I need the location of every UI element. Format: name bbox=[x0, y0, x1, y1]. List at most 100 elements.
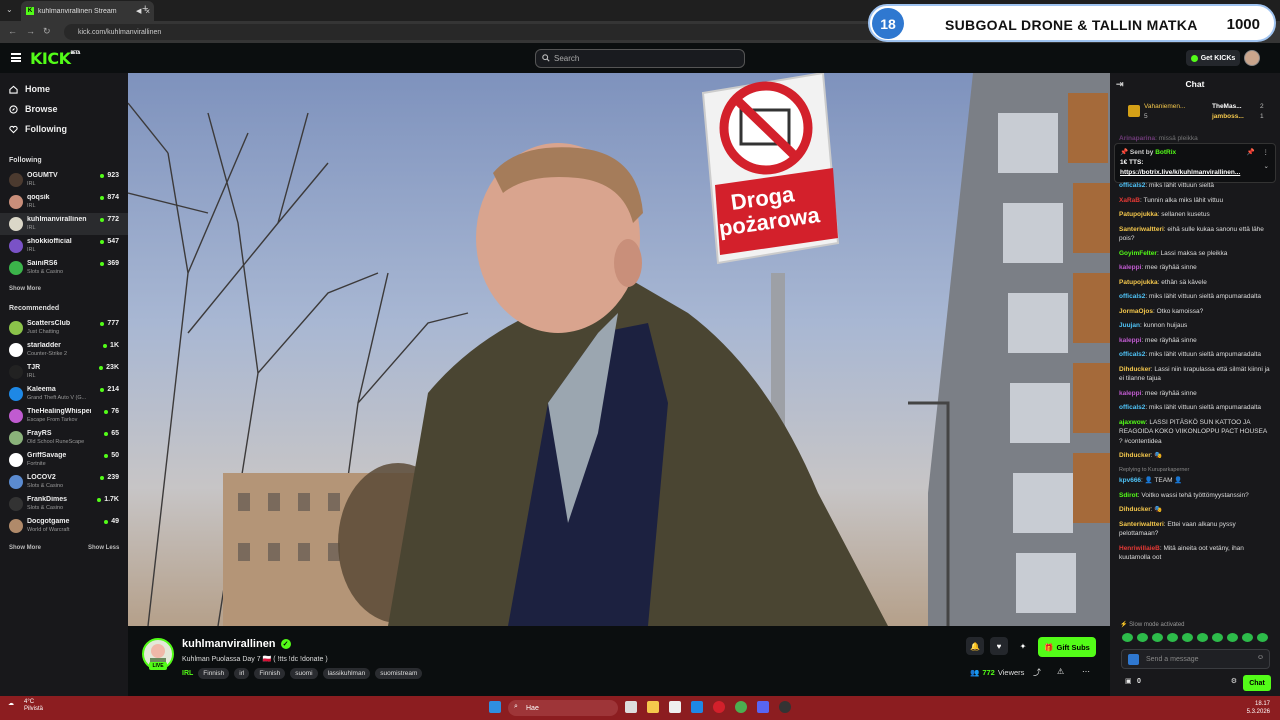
speaker-icon[interactable]: ◀ bbox=[136, 7, 141, 15]
browser-tab[interactable]: K kuhlmanvirallinen Stream ◀ × bbox=[21, 1, 154, 21]
show-more-recommended[interactable]: Show More bbox=[9, 545, 41, 551]
chat-username[interactable]: ajaxwow bbox=[1119, 419, 1146, 426]
weather-widget[interactable]: ☁ 4°C Pilvistä bbox=[8, 699, 43, 713]
obs-icon[interactable] bbox=[779, 701, 791, 713]
expand-icon[interactable]: ⌄ bbox=[1264, 162, 1269, 170]
tag[interactable]: lassikuhlman bbox=[322, 668, 371, 679]
chat-username[interactable]: Patupojukka bbox=[1119, 279, 1158, 286]
sidebar-channel[interactable]: shokkiofficial IRL 547 bbox=[0, 235, 128, 257]
chat-username[interactable]: XaRaB bbox=[1119, 197, 1140, 204]
search-input[interactable]: Search bbox=[535, 49, 745, 68]
leader-name[interactable]: TheMas... bbox=[1212, 103, 1242, 110]
sidebar-channel[interactable]: GriffSavage Fortnite 50 bbox=[0, 449, 128, 471]
chat-username[interactable]: kaleppi bbox=[1119, 390, 1141, 397]
category-link[interactable]: IRL bbox=[182, 670, 193, 677]
chat-username[interactable]: Juujan bbox=[1119, 322, 1140, 329]
file-explorer-icon[interactable] bbox=[647, 701, 659, 713]
unpin-icon[interactable]: 📌 bbox=[1247, 148, 1255, 156]
chat-username[interactable]: Dihducker bbox=[1119, 366, 1151, 373]
tag[interactable]: Finnish bbox=[198, 668, 230, 679]
channel-name[interactable]: kuhlmanvirallinen bbox=[182, 638, 276, 650]
chat-username[interactable]: kpv666 bbox=[1119, 477, 1141, 484]
chat-username[interactable]: officals2 bbox=[1119, 182, 1145, 189]
reload-icon[interactable]: ↻ bbox=[43, 26, 51, 37]
chat-username[interactable]: HenriwillaieB bbox=[1119, 545, 1160, 552]
emote-icon[interactable] bbox=[1182, 633, 1193, 642]
opera-icon[interactable] bbox=[713, 701, 725, 713]
emote-icon[interactable] bbox=[1257, 633, 1268, 642]
clip-button[interactable]: ✦ bbox=[1014, 637, 1032, 655]
mail-icon[interactable] bbox=[691, 701, 703, 713]
chrome-icon[interactable] bbox=[735, 701, 747, 713]
chat-username[interactable]: kaleppi bbox=[1119, 264, 1141, 271]
sidebar-channel[interactable]: SainiRS6 Slots & Casino 369 bbox=[0, 257, 128, 279]
nav-home[interactable]: Home bbox=[9, 84, 50, 94]
sidebar-channel[interactable]: Docgotgame World of Warcraft 49 bbox=[0, 515, 128, 537]
tag[interactable]: Finnish bbox=[254, 668, 286, 679]
chat-username[interactable]: JormaOjos bbox=[1119, 308, 1153, 315]
get-kicks-button[interactable]: Get KICKs bbox=[1186, 50, 1240, 66]
send-chat-button[interactable]: Chat bbox=[1243, 675, 1271, 691]
kick-logo[interactable]: KICKBETA bbox=[30, 49, 80, 68]
leader-name[interactable]: jamboss... bbox=[1212, 113, 1244, 120]
system-clock[interactable]: 18.17 5.3.2026 bbox=[1247, 700, 1270, 716]
sidebar-channel[interactable]: TJR IRL 23K bbox=[0, 361, 128, 383]
collapse-chat-icon[interactable]: ⇥ bbox=[1116, 79, 1124, 90]
sidebar-channel[interactable]: FrankDimes Slots & Casino 1.7K bbox=[0, 493, 128, 515]
tag[interactable]: suomi bbox=[290, 668, 318, 679]
emote-icon[interactable] bbox=[1212, 633, 1223, 642]
chat-username[interactable]: Dihducker bbox=[1119, 452, 1151, 459]
notification-bell-button[interactable]: 🔔 bbox=[966, 637, 984, 655]
sidebar-channel[interactable]: starladder Counter-Strike 2 1K bbox=[0, 339, 128, 361]
emote-icon[interactable] bbox=[1152, 633, 1163, 642]
more-options-icon[interactable]: ⋯ bbox=[1082, 667, 1090, 676]
user-avatar[interactable] bbox=[1244, 50, 1260, 66]
leader-name[interactable]: Vahaniemen... bbox=[1144, 103, 1185, 110]
tab-list-icon[interactable]: ⌄ bbox=[6, 5, 13, 14]
tag[interactable]: suomistream bbox=[375, 668, 423, 679]
chat-username[interactable]: Santeriwaltteri bbox=[1119, 521, 1164, 528]
sidebar-channel[interactable]: ScattersClub Just Chatting 777 bbox=[0, 317, 128, 339]
chat-settings-icon[interactable]: ⚙ bbox=[1231, 677, 1237, 685]
chat-username[interactable]: officals2 bbox=[1119, 293, 1145, 300]
report-icon[interactable]: ⚠ bbox=[1057, 667, 1064, 676]
pinned-link[interactable]: https://botrix.live/k/kuhlmanvirallinen.… bbox=[1120, 169, 1240, 176]
sidebar-channel[interactable]: OGUMTV IRL 923 bbox=[0, 169, 128, 191]
follow-button[interactable]: ♥ bbox=[990, 637, 1008, 655]
sidebar-channel[interactable]: LOCOV2 Slots & Casino 239 bbox=[0, 471, 128, 493]
pinned-menu-icon[interactable]: ⋮ bbox=[1263, 148, 1270, 156]
show-more-following[interactable]: Show More bbox=[9, 286, 41, 292]
chat-username[interactable]: officals2 bbox=[1119, 351, 1145, 358]
menu-icon[interactable] bbox=[11, 53, 21, 62]
chat-username[interactable]: officals2 bbox=[1119, 404, 1145, 411]
share-icon[interactable]: ⤴ bbox=[1033, 667, 1041, 678]
points-icon[interactable]: ▣ bbox=[1125, 677, 1132, 685]
chat-username[interactable]: Patupojukka bbox=[1119, 211, 1158, 218]
forward-icon[interactable]: → bbox=[26, 26, 35, 36]
sidebar-channel[interactable]: TheHealingWhisperer Escape From Tarkov 76 bbox=[0, 405, 128, 427]
chat-username[interactable]: Santeriwaltteri bbox=[1119, 226, 1164, 233]
new-tab-button[interactable]: + bbox=[142, 3, 148, 15]
emote-icon[interactable] bbox=[1167, 633, 1178, 642]
emote-icon[interactable] bbox=[1122, 633, 1133, 642]
tag[interactable]: irl bbox=[234, 668, 250, 679]
chat-username[interactable]: GoyimFelter bbox=[1119, 250, 1157, 257]
sidebar-channel[interactable]: FrayRS Old School RuneScape 65 bbox=[0, 427, 128, 449]
show-less-recommended[interactable]: Show Less bbox=[88, 545, 119, 551]
gift-subs-button[interactable]: 🎁 Gift Subs bbox=[1038, 637, 1096, 657]
sidebar-channel[interactable]: qoqsik IRL 874 bbox=[0, 191, 128, 213]
task-view-icon[interactable] bbox=[625, 701, 637, 713]
video-player[interactable]: Droga pożarowa bbox=[128, 73, 1110, 626]
chat-message-input[interactable]: Send a message ☺ bbox=[1121, 649, 1270, 669]
chat-username[interactable]: Sdirot bbox=[1119, 492, 1138, 499]
emote-icon[interactable] bbox=[1242, 633, 1253, 642]
sidebar-channel[interactable]: Kaleema Grand Theft Auto V (G... 214 bbox=[0, 383, 128, 405]
back-icon[interactable]: ← bbox=[8, 26, 17, 36]
chat-username[interactable]: kaleppi bbox=[1119, 337, 1141, 344]
chat-username[interactable]: Dihducker bbox=[1119, 506, 1151, 513]
start-icon[interactable] bbox=[489, 701, 501, 713]
chat-identity-icon[interactable] bbox=[1128, 654, 1139, 665]
emote-icon[interactable] bbox=[1137, 633, 1148, 642]
store-icon[interactable] bbox=[669, 701, 681, 713]
nav-browse[interactable]: Browse bbox=[9, 104, 58, 114]
